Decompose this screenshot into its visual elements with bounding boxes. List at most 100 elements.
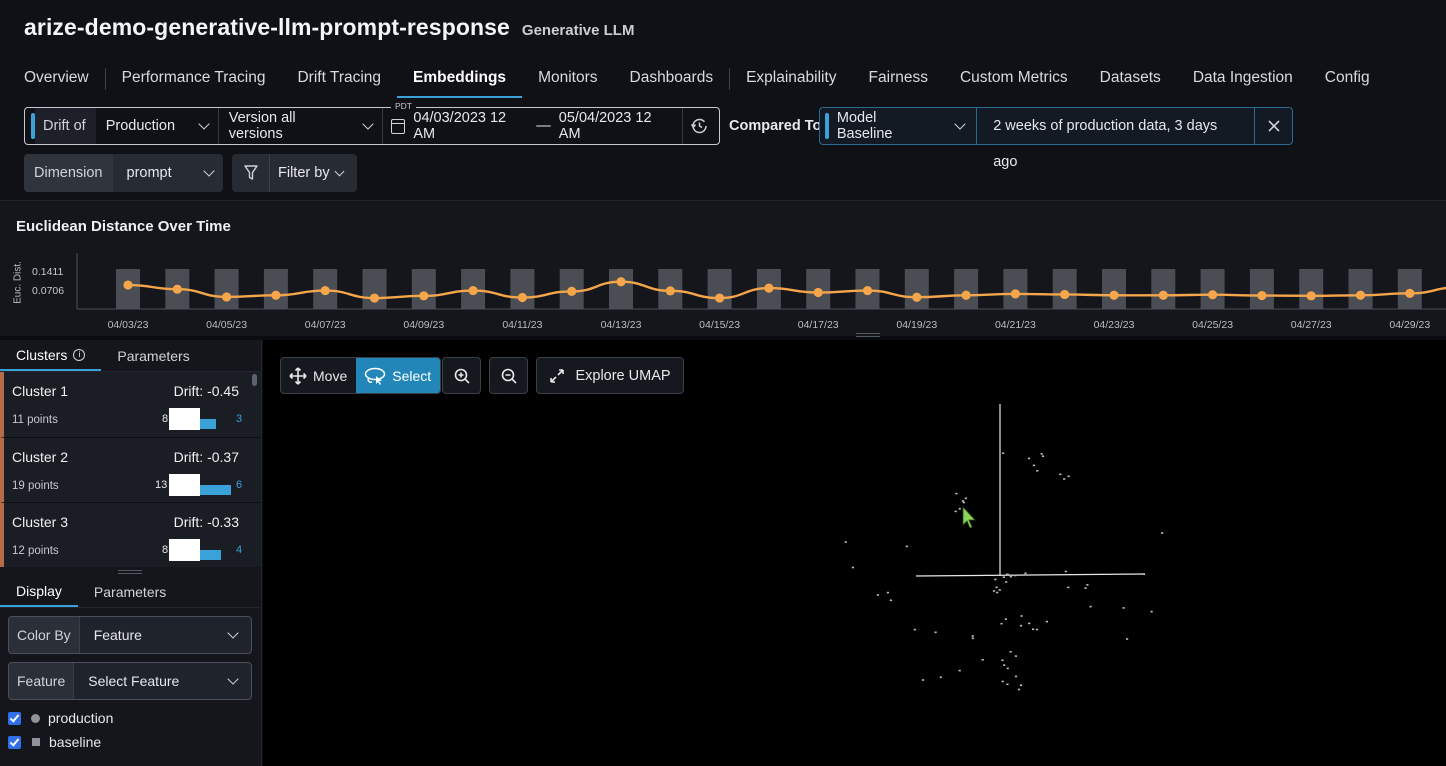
x-tick-label: 04/11/23 bbox=[502, 319, 542, 331]
umap-point bbox=[1005, 581, 1008, 583]
cluster-tabs: Clusters i Parameters bbox=[0, 340, 261, 372]
production-bar bbox=[169, 408, 200, 430]
chevron-down-icon bbox=[198, 118, 210, 130]
compared-to-label: Compared To bbox=[729, 118, 822, 134]
dimension-select[interactable]: Dimension prompt bbox=[24, 154, 223, 192]
feature-select[interactable]: Feature Select Feature bbox=[8, 662, 252, 700]
volume-bar bbox=[1102, 268, 1126, 309]
tab-drift-tracing[interactable]: Drift Tracing bbox=[281, 60, 397, 98]
color-by-select[interactable]: Color By Feature bbox=[8, 616, 252, 654]
x-tick-label: 04/23/23 bbox=[1094, 319, 1135, 331]
x-tick-label: 04/09/23 bbox=[403, 319, 444, 331]
production-bar bbox=[169, 474, 200, 496]
tab-display[interactable]: Display bbox=[0, 576, 78, 607]
umap-point bbox=[1064, 570, 1067, 573]
resize-handle[interactable] bbox=[118, 570, 142, 574]
umap-point bbox=[913, 628, 916, 631]
tab-datasets[interactable]: Datasets bbox=[1084, 60, 1177, 98]
umap-point bbox=[1045, 620, 1048, 623]
volume-bar bbox=[1299, 268, 1324, 309]
explore-umap-button[interactable]: Explore UMAP bbox=[536, 357, 684, 394]
resize-handle[interactable] bbox=[856, 333, 880, 337]
tab-overview[interactable]: Overview bbox=[8, 60, 105, 98]
volume-bar bbox=[214, 268, 239, 309]
tab-embeddings[interactable]: Embeddings bbox=[397, 60, 523, 98]
baseline-select[interactable]: Model Baseline bbox=[829, 108, 978, 144]
cluster-points: 11 points bbox=[12, 414, 58, 426]
umap-point bbox=[1067, 586, 1070, 589]
x-tick-label: 04/05/23 bbox=[206, 319, 247, 331]
drift-point bbox=[715, 293, 725, 303]
cluster-item[interactable]: Cluster 2 Drift: -0.37 19 points 13 6 bbox=[0, 437, 261, 502]
umap-point bbox=[1006, 573, 1010, 576]
cluster-name: Cluster 1 bbox=[12, 383, 69, 399]
tab-explainability[interactable]: Explainability bbox=[730, 60, 852, 98]
x-axis-line bbox=[915, 573, 1146, 577]
cursor-icon bbox=[962, 505, 976, 529]
umap-point bbox=[994, 578, 997, 581]
umap-point bbox=[1002, 576, 1005, 578]
select-button[interactable]: Select bbox=[356, 358, 441, 393]
drift-chart-plot[interactable]: 04/03/23 04/05/23 04/07/23 04/09/23 04/11/23… bbox=[0, 201, 1446, 337]
umap-point-cloud[interactable] bbox=[263, 340, 1446, 766]
tab-parameters[interactable]: Parameters bbox=[101, 340, 205, 371]
umap-point bbox=[992, 590, 996, 592]
umap-point bbox=[1041, 455, 1044, 457]
umap-point bbox=[876, 594, 879, 596]
time-history-button[interactable] bbox=[681, 108, 716, 144]
x-tick-label: 04/15/23 bbox=[699, 319, 740, 331]
tab-monitors[interactable]: Monitors bbox=[522, 60, 613, 98]
dimension-value-box: prompt bbox=[113, 165, 224, 181]
cluster-name: Cluster 2 bbox=[12, 449, 69, 465]
umap-point bbox=[939, 676, 942, 679]
baseline-description[interactable]: 2 weeks of production data, 3 days ago bbox=[977, 108, 1256, 170]
tab-dashboards[interactable]: Dashboards bbox=[614, 60, 730, 98]
square-marker-icon bbox=[32, 738, 40, 746]
tab-display-parameters[interactable]: Parameters bbox=[78, 576, 182, 607]
tab-data-ingestion[interactable]: Data Ingestion bbox=[1177, 60, 1309, 98]
explore-umap-label: Explore UMAP bbox=[575, 367, 671, 384]
tab-fairness[interactable]: Fairness bbox=[853, 60, 944, 98]
clear-baseline-button[interactable] bbox=[1255, 108, 1292, 144]
cluster-production-count: 13 bbox=[155, 479, 168, 491]
cluster-scrollbar[interactable] bbox=[252, 374, 257, 386]
umap-point bbox=[1014, 675, 1018, 678]
umap-point bbox=[1122, 607, 1125, 609]
umap-point bbox=[1020, 684, 1023, 686]
baseline-checkbox[interactable] bbox=[8, 735, 21, 749]
umap-point bbox=[964, 497, 967, 500]
color-by-label: Color By bbox=[9, 617, 80, 653]
umap-point bbox=[1089, 605, 1092, 608]
tab-clusters[interactable]: Clusters i bbox=[0, 340, 102, 371]
drift-chart-panel: Euclidean Distance Over Time Euc. Dist. … bbox=[0, 200, 1446, 336]
cluster-baseline-count: 6 bbox=[236, 479, 243, 491]
cluster-item[interactable]: Cluster 3 Drift: -0.33 12 points 8 4 bbox=[0, 502, 261, 567]
tab-custom-metrics[interactable]: Custom Metrics bbox=[944, 60, 1084, 98]
display-tabs: Display Parameters bbox=[0, 576, 262, 608]
move-label: Move bbox=[313, 367, 348, 384]
info-icon[interactable]: i bbox=[73, 348, 86, 361]
umap-point bbox=[998, 589, 1001, 591]
date-range-picker[interactable]: 04/03/2023 12 AM — 05/04/2023 12 AM bbox=[381, 108, 682, 144]
version-select[interactable]: Version all versions bbox=[217, 108, 382, 144]
volume-bar bbox=[1200, 268, 1225, 309]
tab-performance-tracing[interactable]: Performance Tracing bbox=[106, 60, 282, 98]
umap-viewport[interactable]: Move Select Explore UMAP bbox=[263, 340, 1446, 766]
umap-point bbox=[1036, 470, 1039, 472]
color-by-value: Feature bbox=[93, 627, 142, 643]
zoom-in-button[interactable] bbox=[442, 357, 481, 394]
umap-point bbox=[905, 545, 908, 548]
tab-config[interactable]: Config bbox=[1309, 60, 1386, 98]
zoom-out-button[interactable] bbox=[489, 357, 528, 394]
circle-marker-icon bbox=[31, 713, 40, 723]
cluster-points: 19 points bbox=[12, 480, 59, 492]
filter-by-button[interactable]: Filter by bbox=[232, 154, 357, 192]
drift-point bbox=[567, 286, 577, 297]
drift-of-label: Drift of bbox=[35, 108, 96, 144]
environment-select[interactable]: Production bbox=[96, 108, 218, 144]
move-button[interactable]: Move bbox=[281, 358, 356, 393]
drift-point bbox=[1405, 288, 1415, 298]
production-checkbox[interactable] bbox=[8, 711, 21, 725]
umap-point bbox=[1014, 574, 1017, 577]
cluster-item[interactable]: Cluster 1 Drift: -0.45 11 points 8 3 bbox=[0, 372, 261, 437]
